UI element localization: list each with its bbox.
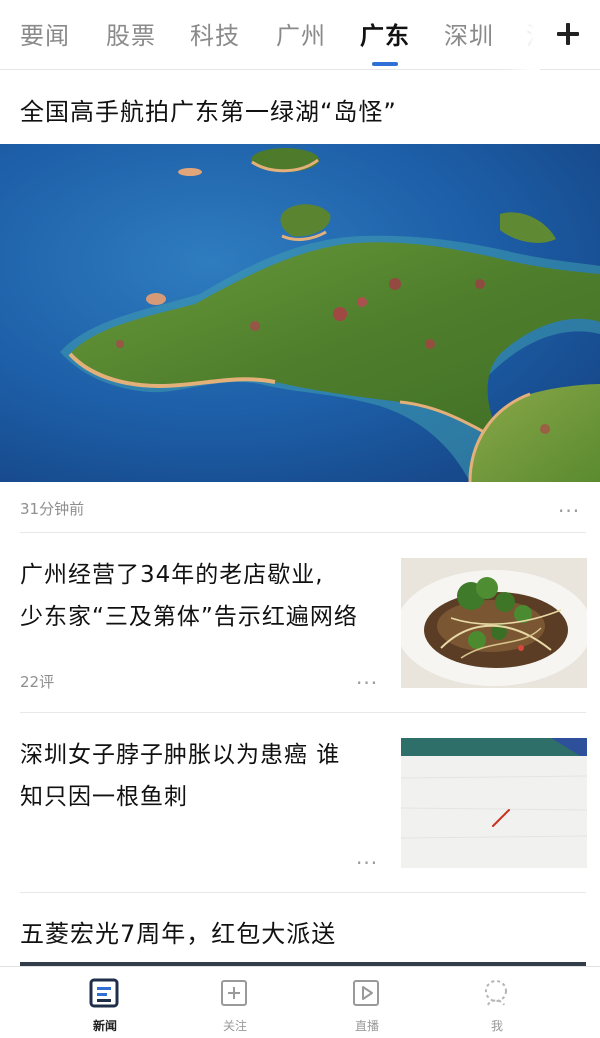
divider xyxy=(20,892,586,893)
nav-follow[interactable]: 关注 xyxy=(160,967,310,1038)
active-tab-indicator xyxy=(372,62,398,66)
channel-tabs: 要闻 股票 科技 广州 广东 深圳 江 xyxy=(0,0,540,70)
hero-image-aerial-lake[interactable] xyxy=(0,144,600,482)
tab-keji[interactable]: 科技 xyxy=(190,16,240,51)
tab-guangzhou[interactable]: 广州 xyxy=(276,16,326,51)
channel-tab-bar: 要闻 股票 科技 广州 广东 深圳 江 xyxy=(0,0,600,70)
nav-label: 关注 xyxy=(222,1019,247,1033)
aerial-lake-image xyxy=(0,144,600,482)
item-1-time: 31分钟前 xyxy=(20,500,85,518)
nav-news[interactable]: 新闻 xyxy=(30,967,180,1038)
nav-me[interactable]: 我 xyxy=(422,967,572,1038)
divider xyxy=(20,532,586,533)
headline-wuling-anniversary[interactable]: 五菱宏光7周年，红包大派送 xyxy=(20,914,336,949)
title-line: 深圳女子脖子肿胀以为患癌 谁 xyxy=(20,742,341,768)
tab-shenzhen[interactable]: 深圳 xyxy=(444,16,494,51)
news-icon xyxy=(89,978,119,1008)
tabs-fade-overlay xyxy=(500,0,540,70)
item-3-more-button[interactable]: ··· xyxy=(356,853,378,873)
headline-old-shop-closing[interactable]: 广州经营了34年的老店歇业, 少东家“三及第体”告示红遍网络 xyxy=(20,554,390,638)
follow-icon xyxy=(221,980,247,1006)
tab-guangdong[interactable]: 广东 xyxy=(360,16,410,51)
tab-gupiao[interactable]: 股票 xyxy=(106,16,156,51)
tab-yaowen[interactable]: 要闻 xyxy=(20,16,70,51)
live-play-icon xyxy=(353,980,379,1006)
thumbnail-fishbone[interactable] xyxy=(401,738,587,868)
title-line: 少东家“三及第体”告示红遍网络 xyxy=(20,604,358,630)
headline-aerial-lake[interactable]: 全国高手航拍广东第一绿湖“岛怪” xyxy=(20,92,397,127)
headline-fishbone[interactable]: 深圳女子脖子肿胀以为患癌 谁 知只因一根鱼刺 xyxy=(20,734,390,818)
item-2-comment-count: 22评 xyxy=(20,673,55,691)
title-line: 知只因一根鱼刺 xyxy=(20,784,188,810)
bottom-navigation: 新闻 关注 直播 我 xyxy=(0,966,600,1038)
thumbnail-fish-dish[interactable] xyxy=(401,558,587,688)
title-line: 广州经营了34年的老店歇业, xyxy=(20,562,324,588)
item-2-more-button[interactable]: ··· xyxy=(356,673,378,693)
nav-label: 新闻 xyxy=(92,1019,117,1033)
add-channel-button[interactable] xyxy=(548,14,588,54)
item-1-more-button[interactable]: ··· xyxy=(558,501,580,521)
profile-icon xyxy=(485,980,507,1006)
fishbone-image xyxy=(401,738,587,868)
fish-dish-image xyxy=(401,558,587,688)
divider xyxy=(20,712,586,713)
nav-label: 直播 xyxy=(354,1019,379,1033)
nav-live[interactable]: 直播 xyxy=(292,967,442,1038)
nav-label: 我 xyxy=(490,1019,503,1033)
